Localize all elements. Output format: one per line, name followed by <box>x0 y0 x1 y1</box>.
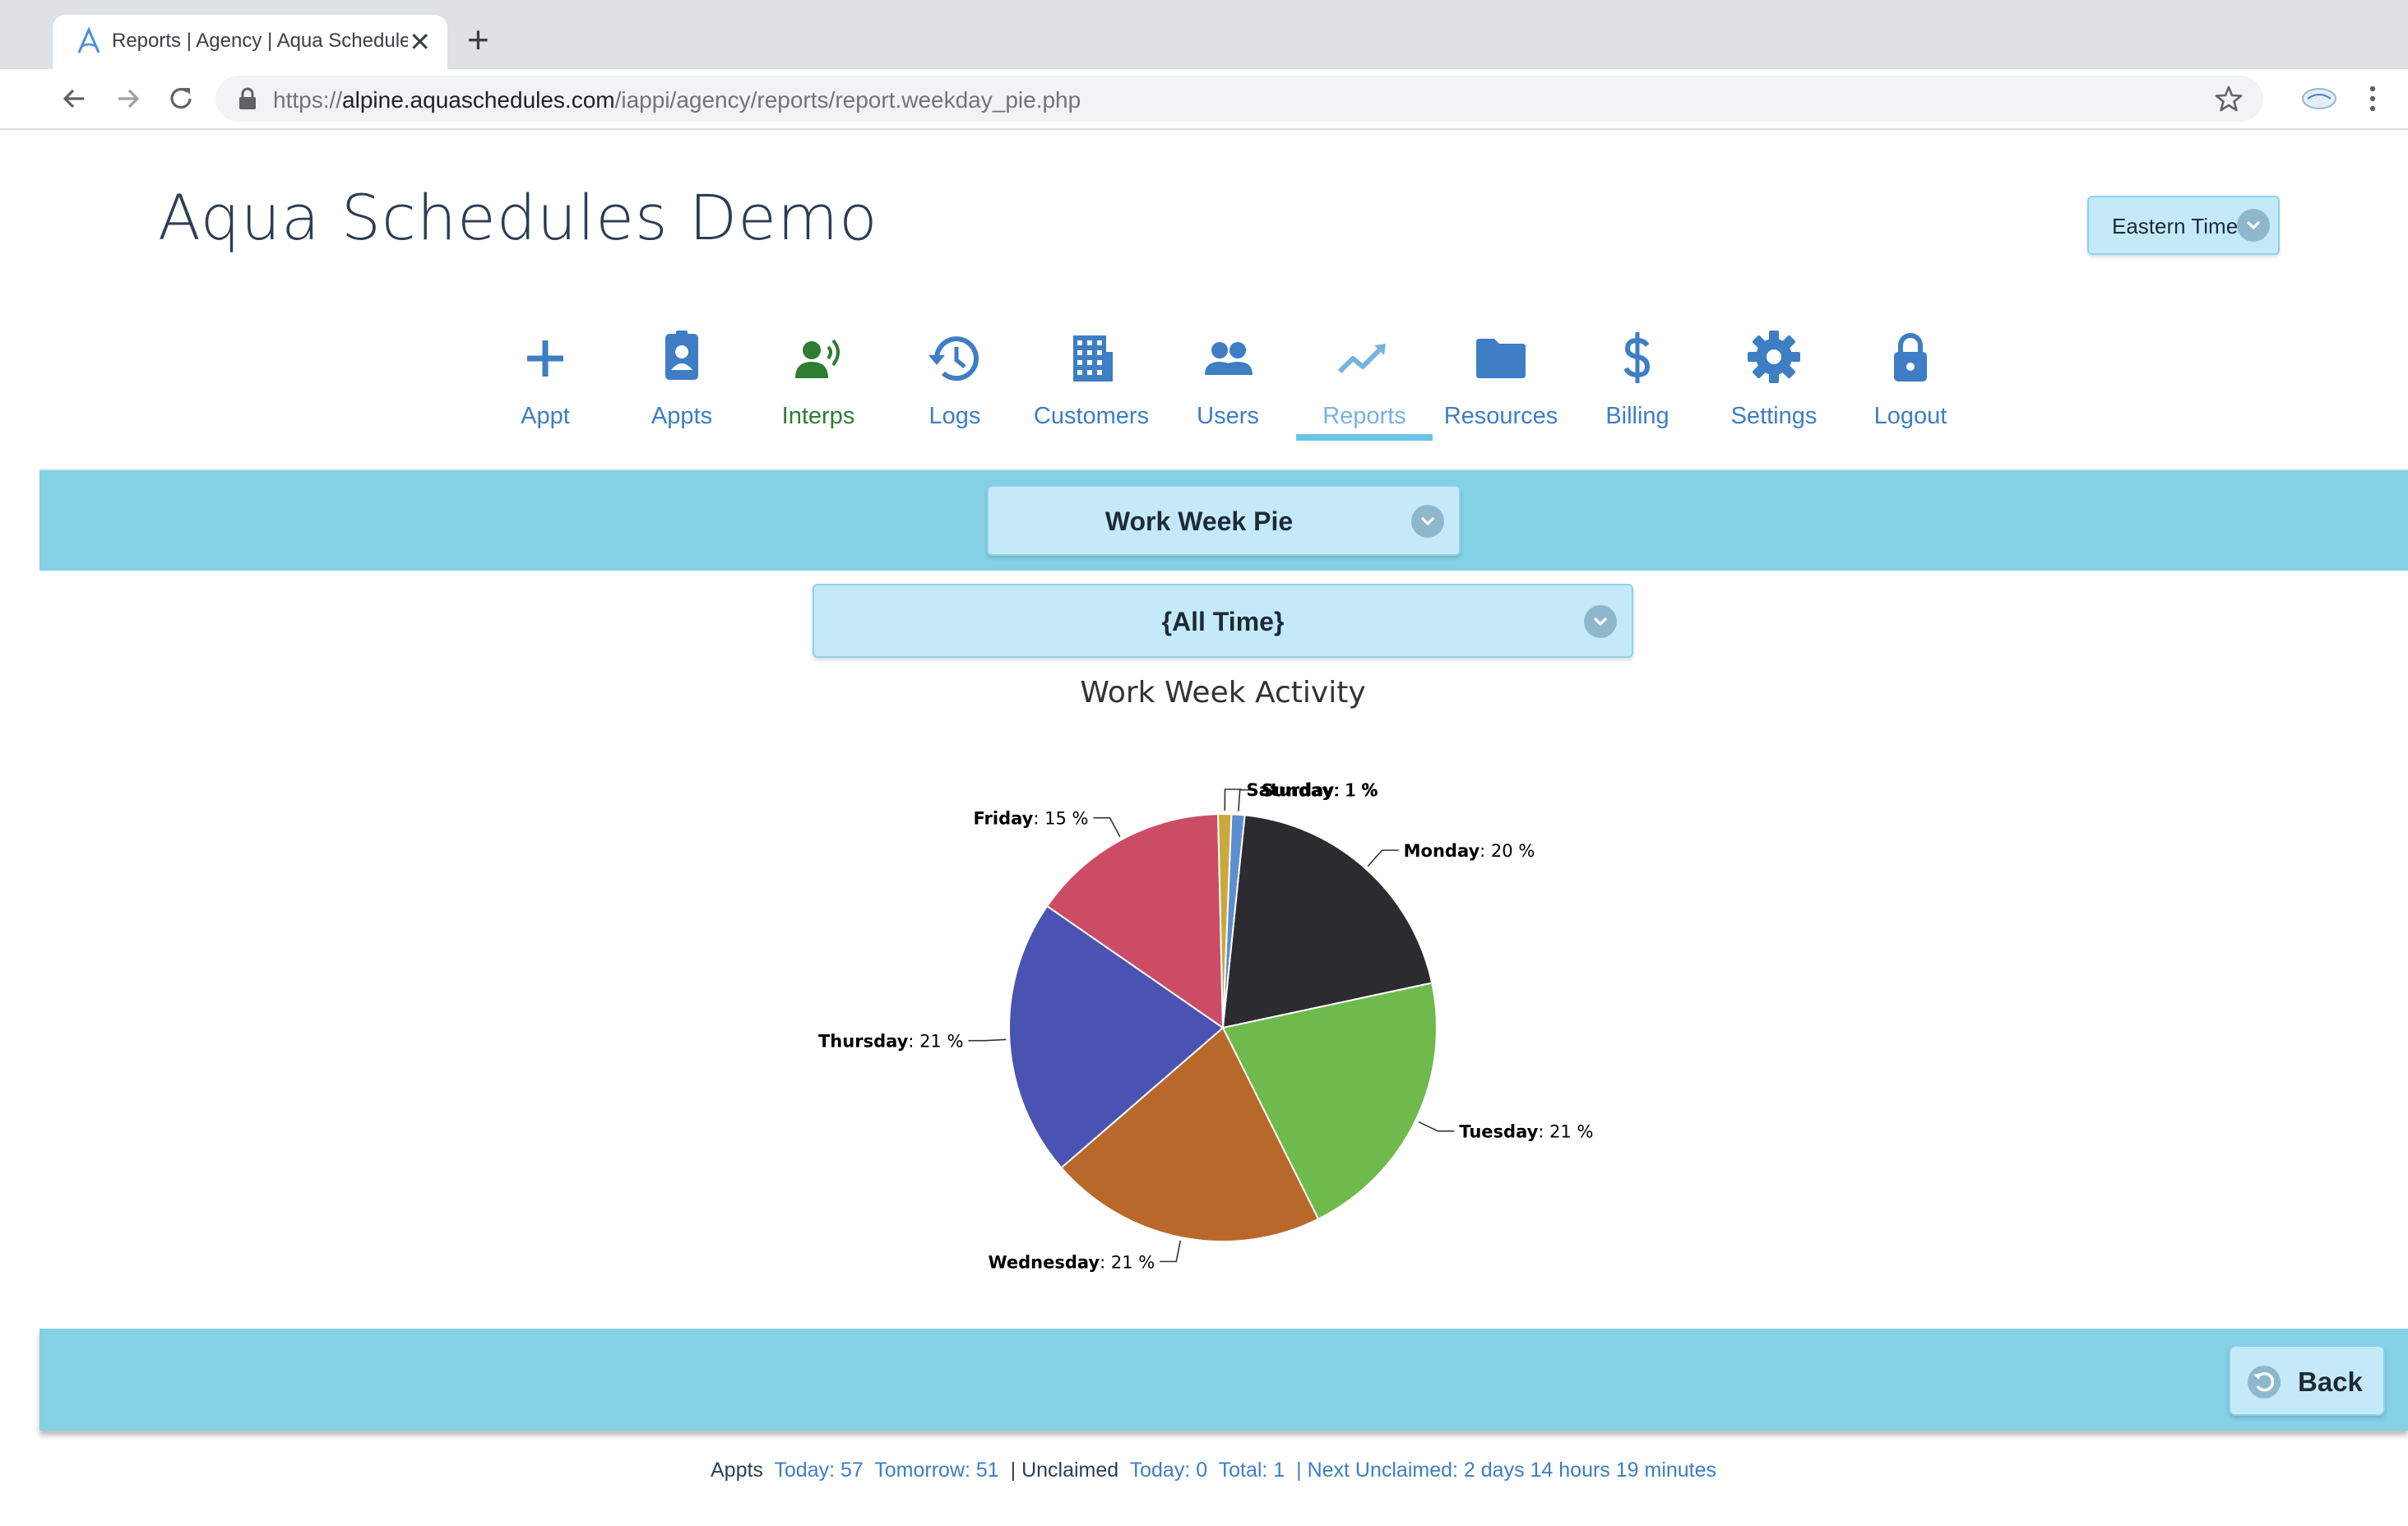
users-icon <box>1205 342 1253 375</box>
pie-connector-monday <box>1367 849 1399 867</box>
dollar-icon <box>1623 332 1651 383</box>
active-nav-indicator <box>1296 434 1433 441</box>
nav-settings[interactable]: Settings <box>1706 326 1842 446</box>
reload-icon[interactable] <box>163 81 199 117</box>
browser-menu-icon[interactable] <box>2360 81 2385 117</box>
chart-title: Work Week Activity <box>1080 676 1365 710</box>
undo-icon <box>2248 1366 2281 1399</box>
id-badge-icon <box>665 331 698 380</box>
nav-label: Interps <box>781 403 855 429</box>
nav-label: Customers <box>1033 403 1150 429</box>
pie-connector-tuesday <box>1418 1121 1455 1132</box>
address-bar[interactable]: https://alpine.aquaschedules.com/iappi/a… <box>215 76 2263 122</box>
nav-interps[interactable]: Interps <box>750 326 887 446</box>
pie-chart-container: Work Week Activity Sunday: 1 % Monday: 20… <box>724 674 1727 1332</box>
pie-label-friday: Friday: 15 % <box>974 809 1089 829</box>
url-host: alpine.aquaschedules.com <box>342 87 615 113</box>
nav-label: Billing <box>1605 403 1669 429</box>
url-text: https://alpine.aquaschedules.com/iappi/a… <box>273 87 1081 113</box>
pie-connector-friday <box>1093 816 1121 837</box>
padlock-icon <box>239 87 256 109</box>
interpreter-icon <box>795 339 840 378</box>
nav-label: Logs <box>928 403 981 429</box>
nav-appt[interactable]: Appt <box>477 326 614 446</box>
app-title: Aqua Schedules Demo <box>158 181 878 254</box>
footer-today-link[interactable]: Today: 57 <box>774 1459 863 1482</box>
status-footer: Appts Today: 57 Tomorrow: 51 | Unclaimed… <box>711 1459 1717 1482</box>
chevron-down-icon <box>1584 605 1617 638</box>
nav-customers[interactable]: Customers <box>1023 326 1160 446</box>
back-label: Back <box>2298 1366 2363 1397</box>
new-tab-button[interactable]: + <box>467 20 489 59</box>
nav-logout[interactable]: Logout <box>1842 326 1979 446</box>
chevron-down-icon <box>1411 505 1444 538</box>
nav-label: Settings <box>1730 403 1818 429</box>
nav-reports[interactable]: Reports <box>1296 326 1433 446</box>
nav-users[interactable]: Users <box>1160 326 1296 446</box>
bookmark-star-icon[interactable] <box>2214 84 2244 113</box>
chevron-down-icon <box>2237 209 2270 242</box>
nav-appts[interactable]: Appts <box>614 326 750 446</box>
footer-tomorrow-link[interactable]: Tomorrow: 51 <box>874 1459 998 1482</box>
building-icon <box>1073 335 1113 382</box>
footer-appts-label: Appts <box>711 1459 763 1482</box>
folder-icon <box>1476 339 1526 378</box>
date-range-value: {All Time} <box>1161 607 1285 636</box>
lock-icon <box>1894 333 1927 382</box>
nav-resources[interactable]: Resources <box>1433 326 1569 446</box>
pie-label-thursday: Thursday: 21 % <box>818 1032 963 1052</box>
pie-label-monday: Monday: 20 % <box>1404 841 1535 861</box>
nav-label: Appts <box>651 403 713 429</box>
nav-label: Resources <box>1443 403 1558 429</box>
pie-label-saturday: Saturday: 1 % <box>1246 780 1378 800</box>
footer-unclaimed-label: Unclaimed <box>1021 1459 1119 1482</box>
report-type-select[interactable]: Work Week Pie <box>987 485 1461 556</box>
browser-tab-strip: Reports | Agency | Aqua Schedules ✕ + <box>0 0 2408 69</box>
forward-arrow-icon[interactable] <box>110 81 146 117</box>
work-week-pie-chart: Work Week Activity Sunday: 1 %Monday: 20… <box>818 676 1593 1272</box>
nav-label: Users <box>1197 403 1259 429</box>
url-scheme: https:// <box>273 87 343 113</box>
tab-title: Reports | Agency | Aqua Schedules <box>112 30 408 52</box>
chart-line-icon <box>1337 344 1386 374</box>
timezone-label: Eastern Time <box>2112 214 2239 238</box>
pie-connector-thursday <box>968 1038 1007 1042</box>
gear-icon <box>1748 331 1800 383</box>
nav-label: Appt <box>521 403 570 429</box>
footer-next-unclaimed-link[interactable]: Next Unclaimed: 2 days 14 hours 19 minut… <box>1308 1459 1716 1482</box>
aqua-schedules-favicon-icon <box>77 26 100 53</box>
main-nav: Appt Appts Interps Logs Customers Users … <box>477 326 1974 446</box>
back-button[interactable]: Back <box>2229 1345 2385 1416</box>
plus-icon <box>527 340 563 377</box>
action-band <box>39 1329 2408 1431</box>
footer-unclaimed-total-link[interactable]: Total: 1 <box>1219 1459 1285 1482</box>
browser-toolbar: https://alpine.aquaschedules.com/iappi/a… <box>0 69 2408 130</box>
footer-unclaimed-today-link[interactable]: Today: 0 <box>1130 1459 1208 1482</box>
history-icon <box>928 336 979 382</box>
pie-connector-wednesday <box>1160 1240 1182 1263</box>
pie-label-tuesday: Tuesday: 21 % <box>1459 1122 1593 1142</box>
nav-label: Logout <box>1873 403 1947 429</box>
extension-icon[interactable] <box>2296 82 2342 115</box>
back-arrow-icon[interactable] <box>56 81 92 117</box>
url-path: /iappi/agency/reports/report.weekday_pie… <box>614 87 1081 113</box>
nav-billing[interactable]: Billing <box>1569 326 1706 446</box>
report-type-value: Work Week Pie <box>1104 506 1294 536</box>
date-range-select[interactable]: {All Time} <box>813 584 1633 658</box>
pie-label-wednesday: Wednesday: 21 % <box>988 1252 1155 1272</box>
close-tab-icon[interactable]: ✕ <box>409 25 431 58</box>
nav-logs[interactable]: Logs <box>887 326 1023 446</box>
browser-tab[interactable]: Reports | Agency | Aqua Schedules ✕ <box>53 15 447 69</box>
nav-label: Reports <box>1322 403 1406 429</box>
timezone-select[interactable]: Eastern Time <box>2087 196 2280 255</box>
